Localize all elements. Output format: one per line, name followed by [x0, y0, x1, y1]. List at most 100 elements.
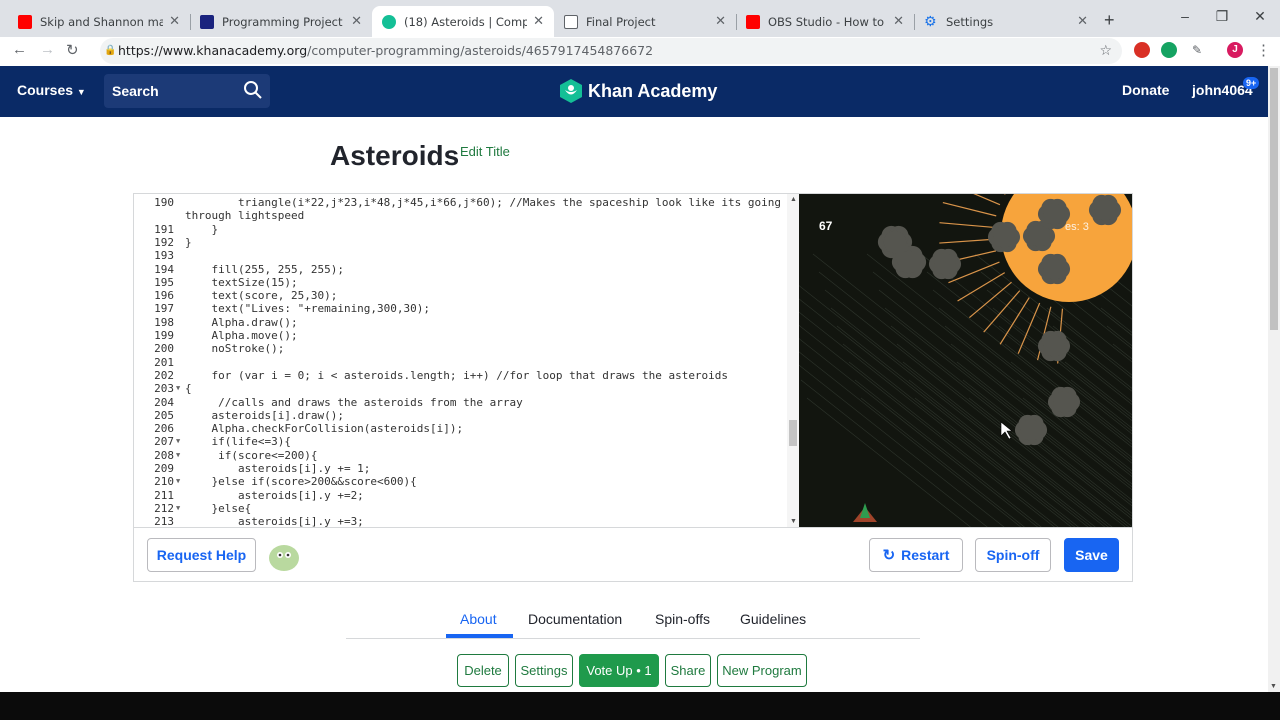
line-number: 206: [154, 422, 174, 436]
search-icon: [244, 81, 262, 99]
line-number: 194: [154, 262, 174, 276]
back-icon[interactable]: ←: [12, 41, 27, 58]
code-line[interactable]: text("Lives: "+remaining,300,30);: [185, 302, 430, 315]
code-line[interactable]: fill(255, 255, 255);: [185, 263, 343, 276]
close-icon[interactable]: ✕: [169, 14, 180, 29]
close-icon[interactable]: ✕: [893, 14, 904, 29]
bookmark-star-icon[interactable]: ☆: [1099, 38, 1112, 64]
page-scrollbar[interactable]: ▼: [1268, 66, 1280, 692]
forward-icon[interactable]: →: [40, 41, 55, 58]
restart-button[interactable]: ↻ Restart: [869, 538, 963, 572]
code-editor[interactable]: 190 triangle(i*22,j*23,i*48,j*45,i*66,j*…: [134, 194, 787, 527]
code-line[interactable]: Alpha.move();: [185, 329, 297, 342]
code-line[interactable]: }else{: [185, 502, 251, 515]
program-editor: 190 triangle(i*22,j*23,i*48,j*45,i*66,j*…: [133, 193, 1133, 582]
courses-menu[interactable]: Courses ▼: [17, 82, 86, 98]
code-scrollbar-thumb[interactable]: [789, 420, 797, 446]
code-line[interactable]: Alpha.checkForCollision(asteroids[i]);: [185, 422, 463, 435]
new-program-button[interactable]: New Program: [717, 654, 807, 687]
code-line[interactable]: text(score, 25,30);: [185, 289, 337, 302]
fold-arrow-icon[interactable]: ▼: [176, 504, 180, 512]
share-button[interactable]: Share: [665, 654, 711, 687]
code-line[interactable]: if(score<=200){: [185, 449, 317, 462]
scroll-down-icon[interactable]: ▼: [790, 518, 797, 525]
code-line[interactable]: //calls and draws the asteroids from the…: [185, 396, 523, 409]
minimize-button[interactable]: –: [1175, 8, 1195, 24]
browser-tab[interactable]: OBS Studio - How to Captur ✕: [736, 6, 914, 37]
code-line[interactable]: asteroids[i].y += 1;: [185, 462, 370, 475]
browser-tab-active[interactable]: (18) Asteroids | Computer pr ✕: [372, 6, 554, 37]
extension-icon[interactable]: ✎: [1189, 42, 1205, 58]
code-line[interactable]: through lightspeed: [185, 209, 304, 222]
delete-button[interactable]: Delete: [457, 654, 509, 687]
line-number: 208: [154, 448, 174, 462]
line-number: 190: [154, 196, 174, 209]
browser-tab-strip: Skip and Shannon make pick ✕ Programming…: [0, 0, 1280, 37]
code-line[interactable]: }else if(score>200&&score<600){: [185, 475, 416, 488]
close-icon[interactable]: ✕: [533, 14, 544, 29]
fold-arrow-icon[interactable]: ▼: [176, 384, 180, 392]
tab-about[interactable]: About: [460, 611, 497, 627]
code-line[interactable]: asteroids[i].y +=2;: [185, 489, 364, 502]
address-bar[interactable]: 🔒 https://www.khanacademy.org/computer-p…: [100, 38, 1122, 64]
restore-button[interactable]: ❐: [1212, 8, 1232, 25]
code-line[interactable]: asteroids[i].y +=3;: [185, 515, 364, 527]
code-scrollbar[interactable]: ▲ ▼: [787, 194, 799, 527]
khan-academy-logo[interactable]: Khan Academy: [560, 79, 717, 103]
close-icon[interactable]: ✕: [351, 14, 362, 29]
close-window-button[interactable]: ✕: [1250, 8, 1270, 25]
new-tab-button[interactable]: +: [1104, 10, 1115, 31]
doc-icon: [564, 14, 578, 29]
tab-documentation[interactable]: Documentation: [528, 611, 622, 627]
reload-icon[interactable]: ↻: [66, 41, 79, 59]
score-text: 67: [819, 219, 833, 233]
opera-extension-icon[interactable]: [1134, 42, 1150, 58]
code-line[interactable]: if(life<=3){: [185, 435, 290, 448]
code-line[interactable]: asteroids[i].draw();: [185, 409, 343, 422]
close-icon[interactable]: ✕: [715, 14, 726, 29]
tab-spin-offs[interactable]: Spin-offs: [655, 611, 710, 627]
avatar[interactable]: [268, 540, 300, 572]
code-line[interactable]: noStroke();: [185, 342, 284, 355]
fold-arrow-icon[interactable]: ▼: [176, 451, 180, 459]
khan-leaf-icon: [560, 79, 582, 103]
more-menu-icon[interactable]: ⋮: [1256, 41, 1271, 59]
notification-badge[interactable]: 9+: [1243, 77, 1260, 89]
profile-avatar[interactable]: J: [1227, 42, 1243, 58]
program-output-canvas[interactable]: 67 es: 3: [799, 194, 1132, 527]
request-help-button[interactable]: Request Help: [147, 538, 256, 572]
asteroid: [891, 245, 927, 279]
browser-tab[interactable]: Programming Project ✕: [190, 6, 372, 37]
save-button[interactable]: Save: [1064, 538, 1119, 572]
fold-arrow-icon[interactable]: ▼: [176, 437, 180, 445]
browser-tab[interactable]: Skip and Shannon make pick ✕: [8, 6, 190, 37]
browser-tab[interactable]: ⚙ Settings ✕: [914, 6, 1098, 37]
settings-button[interactable]: Settings: [515, 654, 573, 687]
fold-arrow-icon[interactable]: ▼: [176, 477, 180, 485]
line-number: 197: [154, 302, 174, 316]
code-line[interactable]: }: [185, 223, 218, 236]
close-icon[interactable]: ✕: [1077, 14, 1088, 29]
code-line[interactable]: {: [185, 382, 192, 395]
code-line[interactable]: textSize(15);: [185, 276, 297, 289]
line-number: 212: [154, 501, 174, 515]
scroll-up-icon[interactable]: ▲: [790, 196, 797, 203]
tab-guidelines[interactable]: Guidelines: [740, 611, 806, 627]
code-line[interactable]: }: [185, 236, 192, 249]
line-number: 195: [154, 275, 174, 289]
scroll-down-icon[interactable]: ▼: [1270, 683, 1277, 690]
upl-icon: [200, 14, 214, 29]
spin-off-button[interactable]: Spin-off: [975, 538, 1051, 572]
code-line[interactable]: for (var i = 0; i < asteroids.length; i+…: [185, 369, 728, 382]
vote-up-button[interactable]: Vote Up • 1: [579, 654, 659, 687]
donate-link[interactable]: Donate: [1122, 82, 1169, 98]
scrollbar-thumb[interactable]: [1270, 68, 1278, 330]
code-line[interactable]: Alpha.draw();: [185, 316, 297, 329]
edit-title-link[interactable]: Edit Title: [460, 144, 510, 159]
code-line[interactable]: triangle(i*22,j*23,i*48,j*45,i*66,j*60);…: [185, 196, 781, 209]
active-tab-indicator: [446, 634, 513, 638]
line-number: 213: [154, 515, 174, 527]
search-input[interactable]: Search: [104, 74, 270, 108]
grammarly-extension-icon[interactable]: [1161, 42, 1177, 58]
browser-tab[interactable]: Final Project ✕: [554, 6, 736, 37]
